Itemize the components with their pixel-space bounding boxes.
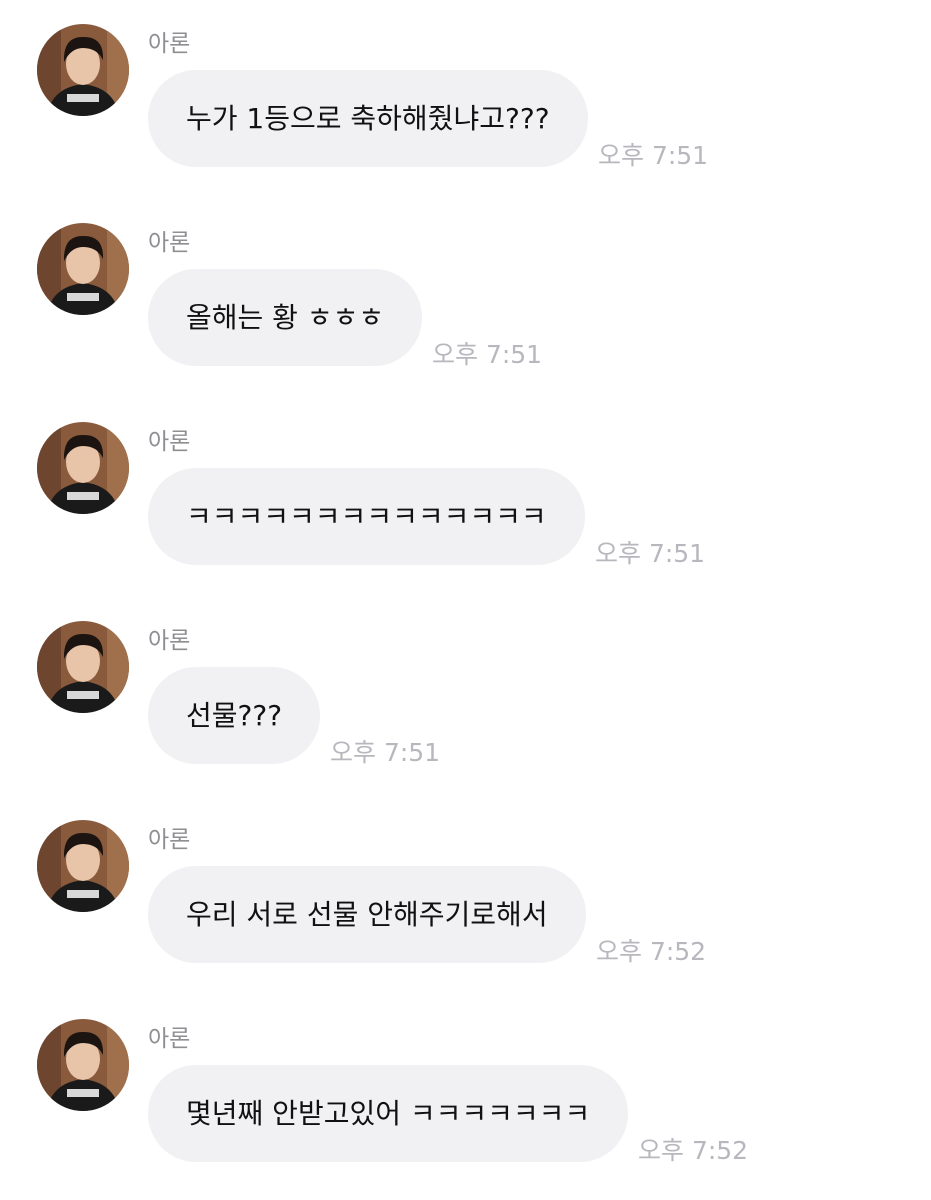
message-row: 아론 올해는 황 ㅎㅎㅎ 오후 7:51 (0, 199, 931, 398)
message-time: 오후 7:52 (596, 937, 707, 966)
sender-name: 아론 (148, 429, 191, 455)
avatar[interactable] (37, 820, 129, 912)
message-time: 오후 7:51 (595, 539, 706, 568)
message-time: 오후 7:52 (638, 1136, 749, 1165)
avatar[interactable] (37, 24, 129, 116)
sender-name: 아론 (148, 31, 191, 57)
message-row: 아론 ㅋㅋㅋㅋㅋㅋㅋㅋㅋㅋㅋㅋㅋㅋ 오후 7:51 (0, 398, 931, 597)
avatar[interactable] (37, 1019, 129, 1111)
sender-name: 아론 (148, 1026, 191, 1052)
message-time: 오후 7:51 (330, 738, 441, 767)
avatar[interactable] (37, 422, 129, 514)
message-row: 아론 선물??? 오후 7:51 (0, 597, 931, 796)
avatar[interactable] (37, 223, 129, 315)
message-bubble[interactable]: 우리 서로 선물 안해주기로해서 (148, 866, 586, 963)
message-row: 아론 우리 서로 선물 안해주기로해서 오후 7:52 (0, 796, 931, 995)
message-row: 아론 몇년째 안받고있어 ㅋㅋㅋㅋㅋㅋㅋ 오후 7:52 (0, 995, 931, 1194)
sender-name: 아론 (148, 628, 191, 654)
message-time: 오후 7:51 (432, 340, 543, 369)
message-bubble[interactable]: 누가 1등으로 축하해줬냐고??? (148, 70, 588, 167)
sender-name: 아론 (148, 827, 191, 853)
message-bubble[interactable]: 선물??? (148, 667, 321, 764)
message-bubble[interactable]: 몇년째 안받고있어 ㅋㅋㅋㅋㅋㅋㅋ (148, 1065, 629, 1162)
message-bubble[interactable]: ㅋㅋㅋㅋㅋㅋㅋㅋㅋㅋㅋㅋㅋㅋ (148, 468, 585, 565)
avatar[interactable] (37, 621, 129, 713)
sender-name: 아론 (148, 230, 191, 256)
message-time: 오후 7:51 (598, 141, 709, 170)
message-row: 아론 누가 1등으로 축하해줬냐고??? 오후 7:51 (0, 0, 931, 199)
message-bubble[interactable]: 올해는 황 ㅎㅎㅎ (148, 269, 423, 366)
